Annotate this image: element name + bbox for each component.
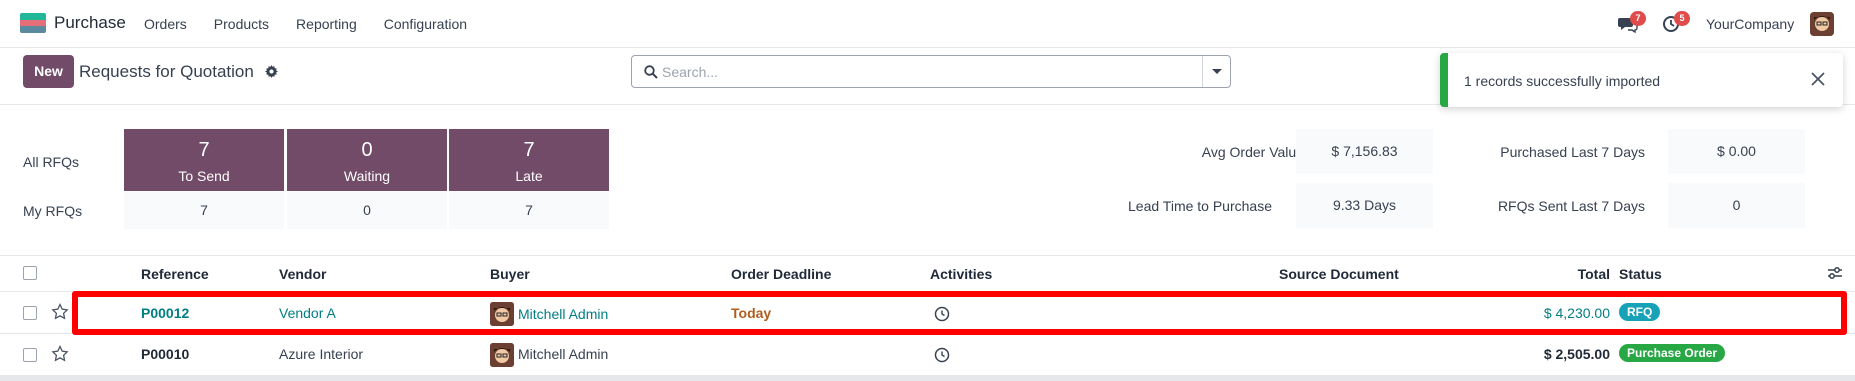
app-name[interactable]: Purchase — [54, 13, 126, 33]
cell-order-deadline: Today — [731, 305, 772, 321]
my-late[interactable]: 7 — [449, 192, 609, 229]
buyer-avatar — [490, 302, 514, 326]
kpi-avg-order-label: Avg Order Value — [1201, 144, 1304, 160]
select-all-checkbox[interactable] — [23, 266, 37, 280]
table-row[interactable]: P00010 Azure Interior Mitchell Admin $ 2… — [0, 334, 1855, 376]
app-logo-icon[interactable] — [20, 13, 46, 33]
top-navbar: Purchase Orders Products Reporting Confi… — [0, 0, 1855, 48]
activities-badge: 5 — [1674, 11, 1690, 26]
table-row[interactable]: P00012 Vendor A Mitchell Admin Today $ 4… — [0, 292, 1855, 334]
gear-icon[interactable] — [265, 65, 278, 78]
col-source-document[interactable]: Source Document — [1279, 266, 1399, 282]
new-button[interactable]: New — [23, 55, 74, 88]
cell-reference[interactable]: P00010 — [141, 346, 189, 362]
chevron-down-icon — [1212, 69, 1222, 74]
col-activities[interactable]: Activities — [930, 266, 992, 282]
cell-buyer[interactable]: Mitchell Admin — [518, 346, 608, 362]
kpi-lead-time-label: Lead Time to Purchase — [1128, 198, 1272, 214]
status-badge: RFQ — [1619, 303, 1661, 321]
row-checkbox[interactable] — [23, 306, 37, 320]
activity-clock-icon[interactable] — [934, 306, 950, 322]
toast-message: 1 records successfully imported — [1464, 73, 1661, 89]
menu-orders[interactable]: Orders — [144, 16, 187, 32]
menu-products[interactable]: Products — [214, 16, 269, 32]
menu-reporting[interactable]: Reporting — [296, 16, 357, 32]
kpi-purchased-value: $ 0.00 — [1668, 129, 1805, 174]
col-reference[interactable]: Reference — [141, 266, 209, 282]
tile-count: 0 — [361, 139, 373, 161]
menu-configuration[interactable]: Configuration — [384, 16, 467, 32]
kpi-lead-time-value: 9.33 Days — [1296, 183, 1433, 228]
main-menu: Orders Products Reporting Configuration — [144, 16, 494, 32]
cell-vendor[interactable]: Vendor A — [279, 305, 336, 321]
all-rfqs-label: All RFQs — [23, 154, 79, 170]
cell-vendor[interactable]: Azure Interior — [279, 346, 363, 362]
col-order-deadline[interactable]: Order Deadline — [731, 266, 831, 282]
my-rfqs-label: My RFQs — [23, 203, 83, 219]
my-waiting[interactable]: 0 — [287, 192, 447, 229]
kpi-rfqs-sent-label: RFQs Sent Last 7 Days — [1497, 198, 1645, 214]
status-badge: Purchase Order — [1619, 344, 1726, 362]
table-header: Reference Vendor Buyer Order Deadline Ac… — [0, 255, 1855, 292]
tile-label: To Send — [178, 168, 230, 184]
import-toast: 1 records successfully imported — [1440, 53, 1843, 107]
tile-to-send[interactable]: 7 To Send — [124, 129, 284, 191]
tile-count: 7 — [523, 139, 535, 161]
my-to-send[interactable]: 7 — [124, 192, 284, 229]
kpi-purchased-label: Purchased Last 7 Days — [1500, 144, 1645, 160]
horizontal-scrollbar[interactable] — [0, 375, 1855, 381]
col-buyer[interactable]: Buyer — [490, 266, 530, 282]
cell-total: $ 4,230.00 — [1543, 305, 1610, 321]
tile-count: 7 — [198, 139, 210, 161]
col-vendor[interactable]: Vendor — [279, 266, 326, 282]
search-bar — [631, 55, 1231, 88]
search-icon — [644, 65, 658, 79]
star-icon[interactable] — [51, 344, 69, 363]
search-options-toggle[interactable] — [1202, 56, 1230, 87]
kpi-rfqs-sent-value: 0 — [1668, 183, 1805, 228]
tile-waiting[interactable]: 0 Waiting — [287, 129, 447, 191]
activity-clock-icon[interactable] — [934, 347, 950, 363]
buyer-avatar — [490, 343, 514, 367]
col-total[interactable]: Total — [1530, 266, 1610, 282]
kpi-avg-order-value: $ 7,156.83 — [1296, 129, 1433, 174]
user-avatar[interactable] — [1810, 12, 1834, 36]
cell-total: $ 2,505.00 — [1543, 346, 1610, 362]
tile-late[interactable]: 7 Late — [449, 129, 609, 191]
activities-clock-icon[interactable]: 5 — [1662, 11, 1690, 33]
tile-label: Waiting — [343, 168, 391, 184]
messages-badge: 7 — [1630, 11, 1646, 26]
star-icon[interactable] — [51, 302, 69, 321]
col-status[interactable]: Status — [1619, 266, 1662, 282]
close-icon[interactable] — [1809, 70, 1827, 88]
cell-buyer[interactable]: Mitchell Admin — [518, 306, 608, 322]
page-title: Requests for Quotation — [79, 62, 254, 81]
tile-label: Late — [515, 168, 543, 184]
search-input[interactable] — [662, 62, 1212, 82]
row-checkbox[interactable] — [23, 348, 37, 362]
column-settings-icon[interactable] — [1827, 266, 1843, 280]
cell-reference[interactable]: P00012 — [141, 305, 189, 321]
company-switcher[interactable]: YourCompany — [1706, 16, 1794, 32]
messages-icon[interactable]: 7 — [1618, 11, 1646, 34]
